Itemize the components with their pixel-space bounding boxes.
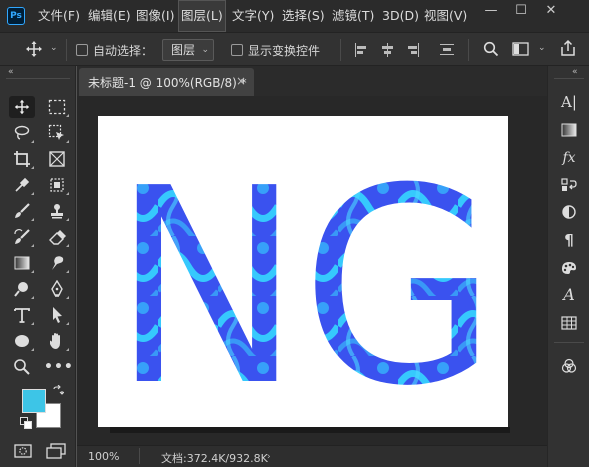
close-tab-icon[interactable]: × (236, 74, 246, 88)
channels-panel-icon[interactable] (548, 354, 589, 378)
status-bar: 100% 文档:372.4K/932.8K › (77, 445, 547, 467)
restore-button[interactable]: ☐ (506, 0, 536, 22)
workspace-chevron-down-icon[interactable]: ⌄ (538, 43, 546, 53)
document-canvas[interactable]: NG (98, 116, 508, 427)
menu-type[interactable]: 文字(Y) (232, 0, 274, 32)
brush-tool-icon[interactable] (9, 200, 35, 222)
character-panel-icon[interactable]: A| (548, 90, 589, 114)
more-tools-icon[interactable]: ••• (44, 356, 73, 378)
frame-tool-icon[interactable] (44, 148, 70, 170)
stamp-tool-icon[interactable] (44, 200, 70, 222)
menu-filter[interactable]: 滤镜(T) (332, 0, 374, 32)
canvas-text-ng: NG (112, 130, 497, 427)
dodge-tool-icon[interactable] (9, 278, 35, 300)
document-tab-title: 未标题-1 @ 100%(RGB/8) * (88, 76, 247, 90)
minimize-button[interactable]: — (476, 0, 506, 22)
menu-select[interactable]: 选择(S) (282, 0, 325, 32)
type-tool-icon[interactable] (9, 304, 35, 326)
move-tool-icon[interactable] (9, 96, 35, 118)
default-colors-icon[interactable] (20, 417, 32, 429)
ellipse-tool-icon[interactable] (9, 330, 35, 352)
auto-select-dropdown[interactable]: 图层 ⌄ (162, 39, 214, 61)
align-right-edges-icon[interactable] (406, 43, 420, 57)
foreground-color-swatch[interactable] (22, 389, 46, 413)
share-icon[interactable] (559, 39, 577, 57)
move-tool-preset-icon[interactable] (24, 39, 44, 59)
auto-select-checkbox[interactable] (76, 44, 88, 56)
distribute-vertical-icon[interactable] (440, 43, 454, 57)
document-tab-bar: 未标题-1 @ 100%(RGB/8) * × (77, 66, 547, 96)
auto-select-label: 自动选择： (93, 44, 154, 58)
adjustments-panel-icon[interactable] (548, 200, 589, 224)
eraser-tool-icon[interactable] (44, 226, 70, 248)
show-transform-controls-checkbox[interactable] (231, 44, 243, 56)
show-transform-controls-label: 显示变换控件 (248, 44, 321, 58)
patch-tool-icon[interactable] (44, 174, 70, 196)
document-size-info[interactable]: 文档:372.4K/932.8K (161, 450, 268, 466)
align-left-edges-icon[interactable] (354, 43, 368, 57)
menu-image[interactable]: 图像(I) (136, 0, 174, 32)
menu-3d[interactable]: 3D(D) (382, 0, 419, 32)
canvas-artwork: NG (112, 130, 497, 427)
swatches-panel-icon[interactable] (548, 256, 589, 280)
gradient-tool-icon[interactable] (9, 252, 35, 274)
object-select-tool-icon[interactable] (44, 122, 70, 144)
status-menu-arrow-icon[interactable]: › (267, 452, 271, 462)
hand-tool-icon[interactable] (44, 330, 70, 352)
pen-tool-icon[interactable] (44, 278, 70, 300)
search-icon[interactable] (483, 41, 499, 57)
options-bar: ⌄ 自动选择： 图层 ⌄ 显示变换控件 ⌄ (0, 32, 589, 66)
menu-layer[interactable]: 图层(L) (178, 0, 226, 32)
properties-panel-icon[interactable] (548, 173, 589, 197)
photoshop-logo-icon: Ps (7, 7, 25, 25)
smudge-tool-icon[interactable] (44, 252, 70, 274)
gradients-panel-icon[interactable] (548, 118, 589, 142)
table-panel-icon[interactable] (548, 311, 589, 335)
path-select-tool-icon[interactable] (44, 304, 70, 326)
eyedropper-tool-icon[interactable] (9, 174, 35, 196)
menu-bar: Ps 文件(F) 编辑(E) 图像(I) 图层(L) 文字(Y) 选择(S) 滤… (0, 0, 589, 32)
styles-panel-icon[interactable]: fx (548, 146, 589, 170)
screen-mode-icon[interactable] (46, 443, 66, 459)
panels-dock: « A| fx ¶ A (547, 66, 589, 467)
marquee-tool-icon[interactable] (44, 96, 70, 118)
preset-chevron-down-icon[interactable]: ⌄ (50, 43, 58, 53)
swap-colors-icon[interactable] (52, 384, 65, 397)
menu-edit[interactable]: 编辑(E) (88, 0, 131, 32)
menu-view[interactable]: 视图(V) (424, 0, 467, 32)
quick-mask-icon[interactable] (14, 444, 32, 458)
glyphs-panel-icon[interactable]: A (548, 283, 589, 307)
paragraph-panel-icon[interactable]: ¶ (548, 228, 589, 252)
document-tab[interactable]: 未标题-1 @ 100%(RGB/8) * × (79, 68, 254, 96)
collapse-panel-icon[interactable]: « (8, 67, 14, 77)
menu-file[interactable]: 文件(F) (38, 0, 80, 32)
history-brush-icon[interactable] (9, 226, 35, 248)
chevron-down-icon: ⌄ (201, 45, 209, 55)
zoom-level[interactable]: 100% (88, 450, 119, 463)
workspace-icon[interactable] (512, 42, 530, 56)
collapse-dock-icon[interactable]: « (572, 67, 578, 77)
align-horizontal-centers-icon[interactable] (380, 43, 394, 57)
crop-tool-icon[interactable] (9, 148, 35, 170)
tools-panel: « ••• (0, 66, 76, 467)
lasso-tool-icon[interactable] (9, 122, 35, 144)
zoom-tool-icon[interactable] (9, 356, 35, 378)
canvas-shadow (110, 427, 510, 433)
auto-select-value: 图层 (171, 43, 196, 57)
close-window-button[interactable]: ✕ (536, 0, 566, 22)
